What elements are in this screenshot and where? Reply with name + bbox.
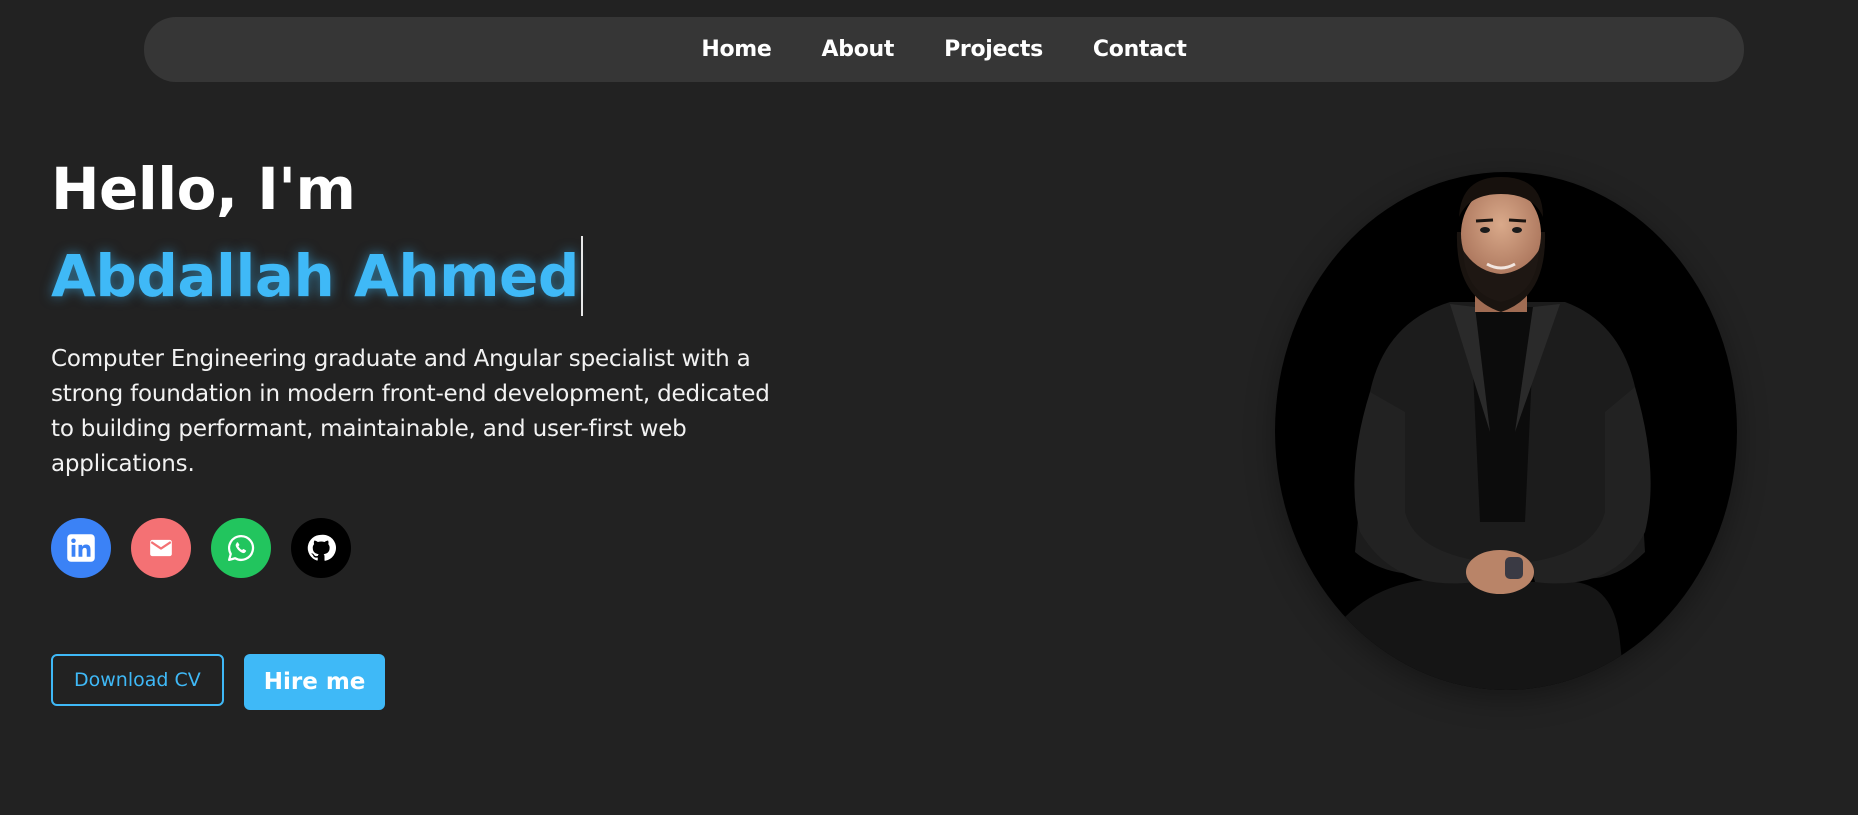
portfolio-page: Home About Projects Contact Hello, I'm A…	[0, 0, 1858, 815]
profile-photo	[1275, 172, 1737, 690]
whatsapp-icon	[228, 534, 255, 561]
hero-bio: Computer Engineering graduate and Angula…	[51, 346, 770, 477]
typing-cursor	[580, 236, 583, 316]
hero-greeting: Hello, I'm	[51, 155, 356, 223]
nav-link-about[interactable]: About	[822, 37, 895, 62]
hero-name-line: Abdallah Ahmed	[51, 236, 811, 316]
social-links	[51, 518, 811, 578]
person-portrait-illustration	[1330, 177, 1651, 690]
github-icon	[307, 534, 336, 561]
hero-intro: Hello, I'm Abdallah Ahmed Computer Engin…	[51, 150, 811, 578]
linkedin-link[interactable]	[51, 518, 111, 578]
nav-link-home[interactable]: Home	[701, 37, 771, 62]
nav-link-projects[interactable]: Projects	[944, 37, 1043, 62]
email-icon	[150, 539, 172, 557]
linkedin-icon	[67, 534, 95, 562]
hire-me-button[interactable]: Hire me	[243, 654, 386, 710]
hero-actions: Download CV Hire me	[51, 654, 386, 710]
email-link[interactable]	[131, 518, 191, 578]
hero-name: Abdallah Ahmed	[51, 242, 579, 310]
whatsapp-link[interactable]	[211, 518, 271, 578]
github-link[interactable]	[291, 518, 351, 578]
navbar: Home About Projects Contact	[144, 17, 1744, 82]
nav-link-contact[interactable]: Contact	[1093, 37, 1187, 62]
download-cv-button[interactable]: Download CV	[51, 654, 224, 706]
